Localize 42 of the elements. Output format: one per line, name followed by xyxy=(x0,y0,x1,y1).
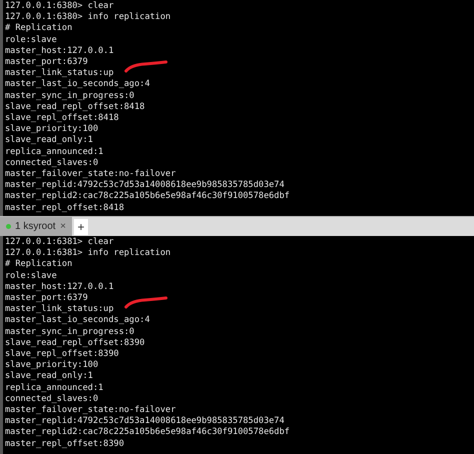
terminal-line: connected_slaves:0 xyxy=(5,394,98,404)
terminal-line: 127.0.0.1:6380> info replication xyxy=(5,12,171,22)
terminal-line: master_port:6379 xyxy=(5,293,88,304)
new-tab-button[interactable]: + xyxy=(74,218,88,234)
terminal-line: # Replication xyxy=(5,23,72,34)
terminal-line: connected_slaves:0 xyxy=(5,158,98,168)
terminal-line: # Replication xyxy=(5,259,72,270)
terminal-line: master_replid2:cac78c225a105b6e5e98af46c30f9100578e6dbf xyxy=(5,427,290,438)
terminal-line: master_link_status:up xyxy=(5,68,114,78)
terminal-line: master_sync_in_progress:0 xyxy=(5,90,134,101)
terminal-line: slave_repl_offset:8418 xyxy=(5,113,119,124)
terminal-line: replica_announced:1 xyxy=(5,146,104,157)
terminal-line: slave_read_repl_offset:8418 xyxy=(5,102,145,112)
terminal-line: master_last_io_seconds_ago:4 xyxy=(5,315,150,326)
terminal-line: role:slave xyxy=(5,270,57,281)
terminal-line: master_host:127.0.0.1 xyxy=(5,282,114,292)
close-tab-button[interactable]: × xyxy=(60,219,66,234)
terminal-line: 127.0.0.1:6380> clear xyxy=(5,1,114,11)
tab[interactable]: 1 ksyroot × xyxy=(0,217,72,236)
terminal-line: master_replid:4792c53c7d53a14008618ee9b985835785d03e74 xyxy=(5,180,284,190)
terminal-line: slave_priority:100 xyxy=(5,124,98,134)
terminal-line: slave_repl_offset:8390 xyxy=(5,349,119,360)
terminal-line: slave_read_only:1 xyxy=(5,371,93,382)
terminal-line: slave_priority:100 xyxy=(5,360,98,370)
terminal-line: master_failover_state:no-failover xyxy=(5,405,176,416)
terminal-line: master_repl_offset:8390 xyxy=(5,438,124,449)
terminal-line: slave_read_only:1 xyxy=(5,135,93,146)
terminal-line: master_last_io_seconds_ago:4 xyxy=(5,79,150,90)
tab-label: 1 ksyroot xyxy=(15,220,56,234)
terminal-line: master_sync_in_progress:0 xyxy=(5,326,134,337)
terminal-line: master_repl_offset:8418 xyxy=(5,202,124,213)
terminal-line: master_host:127.0.0.1 xyxy=(5,46,114,56)
terminal-line: master_replid:4792c53c7d53a14008618ee9b985835785d03e74 xyxy=(5,416,284,426)
terminal-line: slave_read_repl_offset:8390 xyxy=(5,338,145,348)
terminal-line: master_link_status:up xyxy=(5,304,114,314)
terminal-line: 127.0.0.1:6381> info replication xyxy=(5,248,171,258)
terminal-line: role:slave xyxy=(5,34,57,45)
terminal-line: master_port:6379 xyxy=(5,57,88,68)
terminal-line: master_failover_state:no-failover xyxy=(5,169,176,180)
terminal-line: replica_announced:1 xyxy=(5,382,104,393)
terminal-line: 127.0.0.1:6381> clear xyxy=(5,237,114,247)
terminal-line: master_replid2:cac78c225a105b6e5e98af46c30f9100578e6dbf xyxy=(5,191,290,202)
